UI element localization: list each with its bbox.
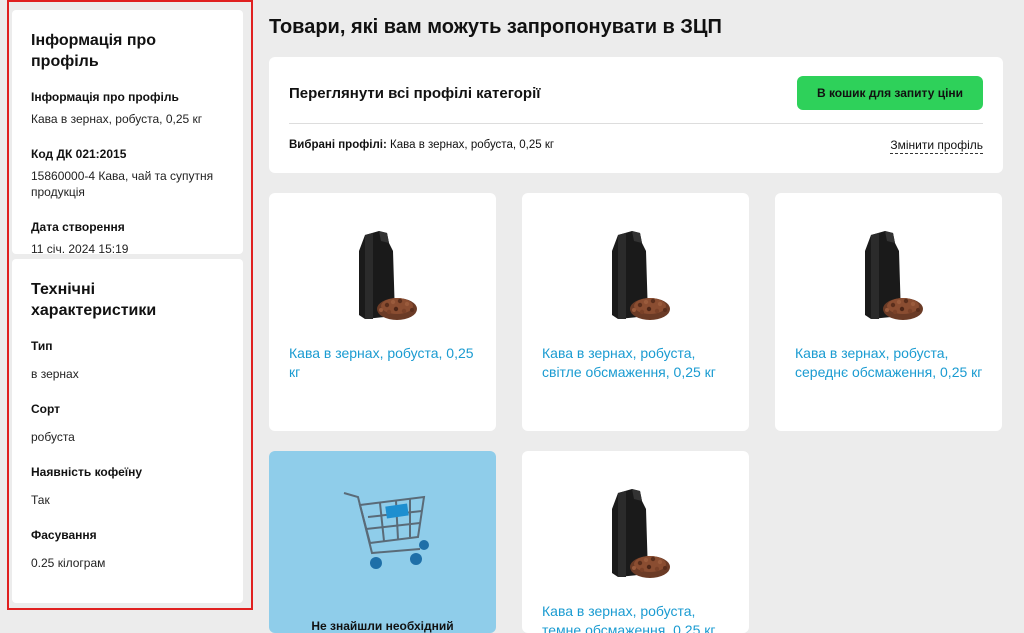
field-value: в зернах [31,367,79,381]
product-card[interactable]: Кава в зернах, робуста, світле обсмаженн… [522,193,749,431]
coffee-bag-image [865,231,923,320]
coffee-bag-image [612,231,670,320]
coffee-bag-image [359,231,417,320]
field-value: 15860000-4 Кава, чай та супутня продукці… [31,169,214,199]
field-value: 11 січ. 2024 15:19 [31,242,129,256]
field-value: 0.25 кілограм [31,556,106,570]
tech-specs-card: Технічні характеристики Тип в зернах Сор… [12,259,243,603]
profile-info-heading: Інформація про профіль [31,32,157,70]
page-title: Товари, які вам можуть запропонувати в З… [269,16,722,38]
field-value: Так [31,493,50,507]
tech-specs-heading: Технічні характеристики [31,281,157,319]
field-label: Наявність кофеїну [31,465,143,479]
selected-profiles: Вибрані профілі: Кава в зернах, робуста,… [289,137,554,153]
field-label: Дата створення [31,220,125,234]
product-title-link[interactable]: Кава в зернах, робуста, середнє обсмажен… [795,344,990,382]
product-title-link[interactable]: Кава в зернах, робуста, світле обсмаженн… [542,344,737,382]
spec-caffeine-field: Наявність кофеїну Так [31,464,224,508]
change-profile-link[interactable]: Змінити профіль [890,137,983,154]
field-label: Тип [31,339,53,353]
selected-profiles-label: Вибрані профілі: [289,139,387,151]
coffee-bag-image [612,489,670,578]
profiles-panel: Переглянути всі профілі категорії В коши… [269,57,1003,173]
created-date-field: Дата створення 11 січ. 2024 15:19 [31,219,224,257]
view-all-profiles-link[interactable]: Переглянути всі профілі категорії [289,84,540,104]
profile-name-field: Інформація про профіль Кава в зернах, ро… [31,89,224,127]
spec-variety-field: Сорт робуста [31,401,224,445]
product-card[interactable]: Кава в зернах, робуста, темне обсмаження… [522,451,749,633]
spec-type-field: Тип в зернах [31,338,224,382]
product-card[interactable]: Кава в зернах, робуста, середнє обсмажен… [775,193,1002,431]
add-to-cart-button[interactable]: В кошик для запиту ціни [797,76,983,110]
field-value: Кава в зернах, робуста, 0,25 кг [31,112,203,126]
spec-packaging-field: Фасування 0.25 кілограм [31,527,224,571]
field-label: Сорт [31,402,61,416]
product-card[interactable]: Кава в зернах, робуста, 0,25 кг [269,193,496,431]
product-title-link[interactable]: Кава в зернах, робуста, 0,25 кг [289,344,484,382]
field-label: Код ДК 021:2015 [31,147,127,161]
field-label: Інформація про профіль [31,90,179,104]
dk-code-field: Код ДК 021:2015 15860000-4 Кава, чай та … [31,146,224,200]
not-found-promo-card[interactable]: Не знайшли необхідний [269,451,496,633]
product-title-link[interactable]: Кава в зернах, робуста, темне обсмаження… [542,602,737,633]
profile-info-card: Інформація про профіль Інформація про пр… [12,10,243,257]
shopping-cart-icon [343,492,429,569]
panel-divider [289,123,983,124]
promo-text: Не знайшли необхідний [311,619,454,633]
selected-profiles-value: Кава в зернах, робуста, 0,25 кг [386,139,555,151]
field-value: робуста [31,430,75,444]
field-label: Фасування [31,528,97,542]
